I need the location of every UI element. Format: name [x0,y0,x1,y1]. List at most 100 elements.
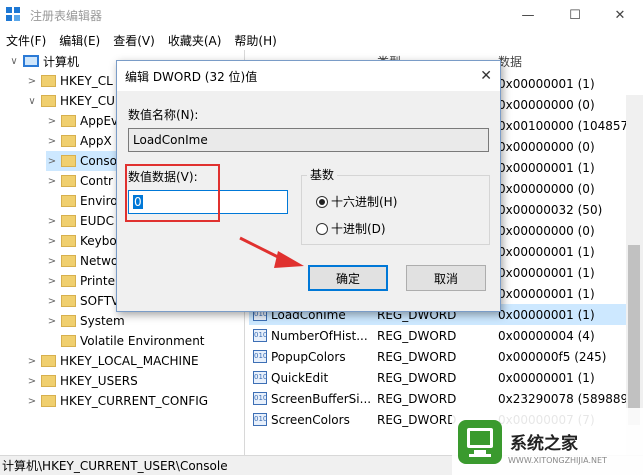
dec-radio[interactable]: 十进制(D) [316,220,386,237]
tree-node-label: AppX [80,134,112,148]
base-label: 基数 [307,166,338,183]
folder-icon [61,195,76,207]
scrollbar-thumb[interactable] [628,245,640,425]
folder-icon [61,315,76,327]
value-data: 0x000000f5 (245) [498,349,607,364]
chevron-right-icon[interactable]: > [46,176,58,187]
value-name: QuickEdit [271,370,329,385]
tree-node-label: Printe [80,274,115,288]
table-row[interactable]: 010 ScreenBufferSi... REG_DWORD 0x23290078 … [249,388,643,409]
tree-node[interactable]: Enviro [46,191,118,211]
tree-node[interactable]: > SOFTV [46,291,120,311]
chevron-right-icon[interactable]: > [46,316,58,327]
tree-node-label: Volatile Environment [80,334,205,348]
menu-edit[interactable]: 编辑(E) [53,32,107,49]
value-name: NumberOfHist... [271,328,368,343]
tree-node[interactable]: > HKEY_USERS [26,371,138,391]
table-row[interactable]: 010 NumberOfHist... REG_DWORD 0x00000004 (4… [249,325,629,346]
chevron-right-icon[interactable]: > [46,236,58,247]
tree-node[interactable]: > HKEY_LOCAL_MACHINE [26,351,199,371]
cancel-button[interactable]: 取消 [406,265,486,291]
watermark-logo-icon [458,419,502,464]
tree-node-label: AppEv [80,114,119,128]
chevron-right-icon[interactable]: > [46,276,58,287]
menu-file[interactable]: 文件(F) [0,32,53,49]
tree-node[interactable]: > Netwo [46,251,118,271]
chevron-right-icon[interactable]: > [46,296,58,307]
tree-node[interactable]: ∨ HKEY_CU [26,91,115,111]
value-name-cell: 010 ScreenBufferSi... [253,392,371,406]
edit-dword-dialog: 编辑 DWORD (32 位)值 ✕ 数值名称(N): LoadConIme 数… [116,60,501,312]
tree-node-label: HKEY_USERS [60,374,138,388]
value-data: 0x00000001 (1) [498,370,595,385]
chevron-right-icon[interactable]: > [26,396,38,407]
tree-node-label: HKEY_CURRENT_CONFIG [60,394,209,408]
tree-node[interactable]: > HKEY_CL [26,71,113,91]
folder-icon [61,135,76,147]
value-data: 0x00000001 (1) [498,286,595,301]
minimize-button[interactable]: — [505,0,551,30]
folder-icon [61,155,76,167]
chevron-right-icon[interactable]: > [46,136,58,147]
chevron-right-icon[interactable]: > [46,216,58,227]
folder-icon [61,215,76,227]
tree-node[interactable]: > Keybo [46,231,117,251]
value-data: 0x00000001 (1) [498,307,595,322]
chevron-right-icon[interactable]: > [26,376,38,387]
chevron-right-icon[interactable]: > [26,356,38,367]
menu-view[interactable]: 查看(V) [107,32,162,49]
tree-node-label: HKEY_CU [60,94,115,108]
window-title: 注册表编辑器 [30,8,103,23]
value-data: 0x23290078 (58988965 [498,391,643,406]
tree-node-label: 计算机 [43,54,80,69]
dialog-close-icon[interactable]: ✕ [480,68,492,84]
close-button[interactable]: ✕ [597,0,643,30]
folder-icon [61,175,76,187]
tree-node[interactable]: > System [46,311,125,331]
chevron-right-icon[interactable]: > [46,256,58,267]
tree-node[interactable]: > Contr [46,171,113,191]
tree-node[interactable]: > AppEv [46,111,118,131]
tree-node[interactable]: > HKEY_CURRENT_CONFIG [26,391,208,411]
value-data: 0x00000000 (0) [498,139,595,154]
chevron-down-icon[interactable]: ∨ [26,96,38,107]
tree-node[interactable]: ∨ 计算机 [8,51,79,71]
chevron-right-icon[interactable]: > [46,156,58,167]
reg-dword-icon: 010 [253,413,267,426]
tree-node[interactable]: > EUDC [46,211,114,231]
value-data: 0x00000000 (0) [498,223,595,238]
tree-node[interactable]: > Conso [46,151,117,171]
ok-button[interactable]: 确定 [308,265,388,291]
chevron-down-icon[interactable]: ∨ [8,56,20,67]
folder-icon [41,95,56,107]
vertical-scrollbar[interactable] [626,95,643,455]
menu-favorites[interactable]: 收藏夹(A) [162,32,229,49]
hex-radio[interactable]: 十六进制(H) [316,193,397,210]
folder-icon [61,295,76,307]
maximize-button[interactable]: ☐ [552,0,598,30]
dialog-title: 编辑 DWORD (32 位)值 [125,69,258,84]
folder-icon [41,375,56,387]
tree-node-label: Netwo [80,254,119,268]
value-name-cell: 010 ScreenColors [253,413,350,427]
column-data-header[interactable]: 数据 [498,50,522,72]
menu-help[interactable]: 帮助(H) [228,32,283,49]
table-row[interactable]: 010 PopupColors REG_DWORD 0x000000f5 (245) [249,346,629,367]
value-type: REG_DWORD [377,370,457,385]
value-name-cell: 010 NumberOfHist... [253,329,368,343]
dialog-title-bar: 编辑 DWORD (32 位)值 ✕ [117,61,500,91]
table-row[interactable]: 010 QuickEdit REG_DWORD 0x00000001 (1) [249,367,629,388]
tree-node[interactable]: > Printe [46,271,115,291]
reg-dword-icon: 010 [253,350,267,363]
tree-node[interactable]: Volatile Environment [46,331,205,351]
value-data: 0x00000001 (1) [498,76,595,91]
computer-icon [23,55,39,67]
chevron-right-icon[interactable]: > [46,116,58,127]
value-type: REG_DWORD [377,328,457,343]
value-data: 0x00000001 (1) [498,160,595,175]
chevron-right-icon[interactable]: > [26,76,38,87]
value-name-field: LoadConIme [128,128,489,152]
tree-node-label: SOFTV [80,294,120,308]
tree-node[interactable]: > AppX [46,131,112,151]
tree-node-label: EUDC [80,214,114,228]
